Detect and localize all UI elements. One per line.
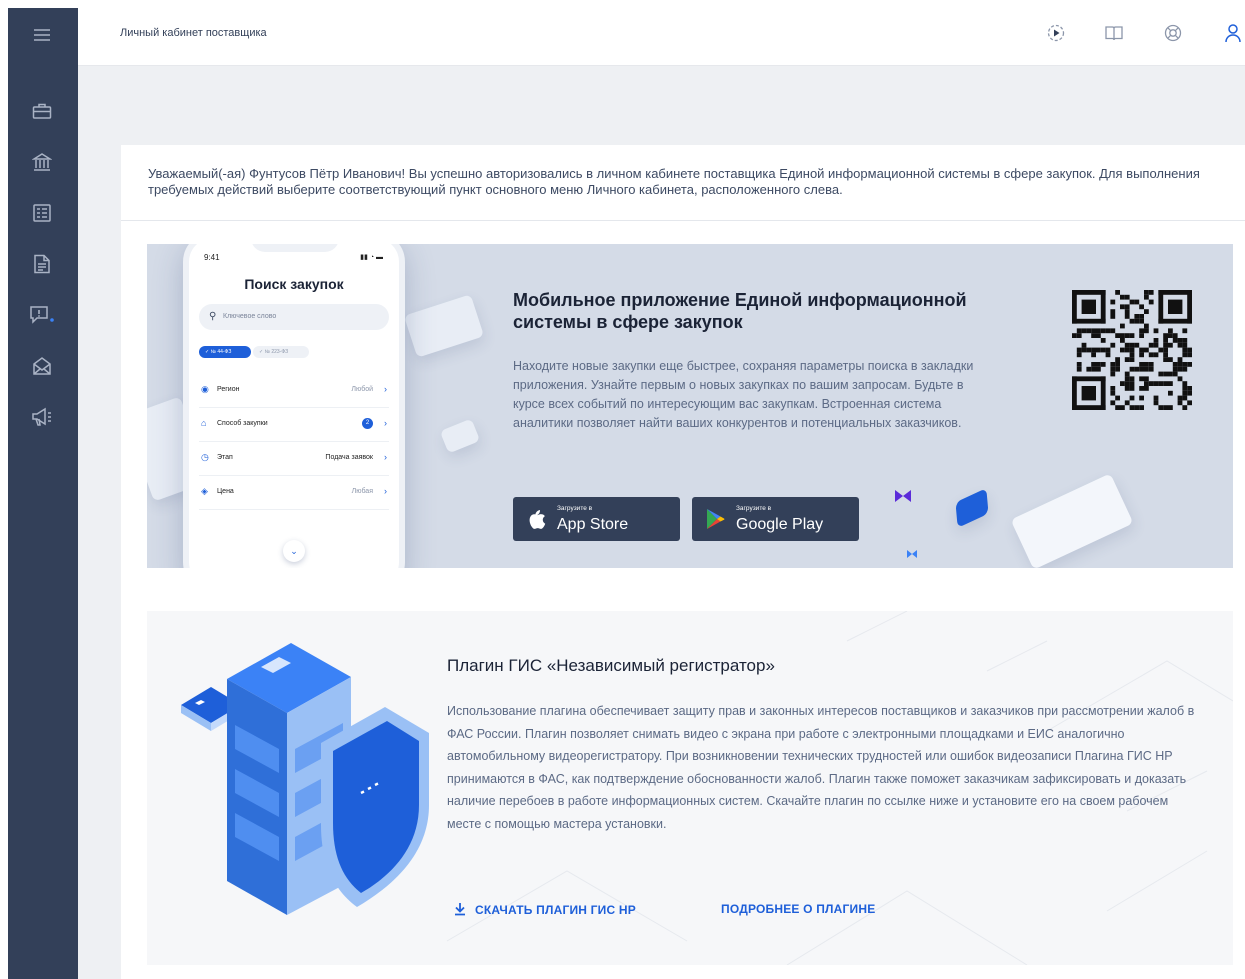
phone-row-label: Цена bbox=[217, 488, 234, 495]
plugin-title: Плагин ГИС «Независимый регистратор» bbox=[447, 656, 775, 675]
phone-mockup: 9:41 ▮▮ ◔ ▬ Поиск закупок ⚲ Ключевое сло… bbox=[183, 244, 405, 568]
phone-row: ◷ Этап Подача заявок › bbox=[199, 442, 389, 476]
phone-row-label: Этап bbox=[217, 454, 233, 461]
decor-card bbox=[439, 418, 481, 454]
phone-chip-223fz: ✓ № 223-ФЗ bbox=[253, 346, 309, 358]
chevron-down-icon: ⌄ bbox=[283, 540, 305, 562]
mail-icon[interactable] bbox=[29, 353, 55, 379]
download-icon bbox=[455, 903, 465, 916]
phone-row-count: 2 bbox=[362, 418, 373, 429]
mobile-app-banner: 9:41 ▮▮ ◔ ▬ Поиск закупок ⚲ Ключевое сло… bbox=[147, 244, 1233, 568]
decor-card bbox=[1010, 473, 1134, 568]
play-icon[interactable] bbox=[1045, 22, 1067, 44]
phone-notch bbox=[251, 244, 339, 252]
help-icon[interactable] bbox=[1162, 22, 1184, 44]
phone-row: ◉ Регион Любой › bbox=[199, 374, 389, 408]
google-play-label: Google Play bbox=[736, 516, 824, 533]
book-icon[interactable] bbox=[1103, 22, 1125, 44]
decor-card bbox=[403, 294, 485, 358]
phone-row-value: Любая bbox=[351, 488, 373, 495]
briefcase-icon[interactable] bbox=[29, 98, 55, 124]
clock-icon: ◷ bbox=[201, 452, 209, 462]
google-play-small-label: Загрузите в bbox=[736, 505, 772, 512]
phone-row: ◈ Цена Любая › bbox=[199, 476, 389, 510]
download-plugin-label: СКАЧАТЬ ПЛАГИН ГИС НР bbox=[475, 903, 636, 917]
document-icon[interactable] bbox=[29, 251, 55, 277]
app-banner-description: Находите новые закупки еще быстрее, сохр… bbox=[513, 359, 974, 430]
phone-search-placeholder: Ключевое слово bbox=[223, 313, 277, 320]
phone-row-value: Подача заявок bbox=[325, 454, 373, 461]
search-icon: ⚲ bbox=[209, 311, 217, 322]
decor-card bbox=[955, 488, 989, 528]
complaint-icon[interactable] bbox=[29, 302, 55, 328]
phone-row-value: Любой bbox=[351, 386, 373, 393]
phone-search: ⚲ Ключевое слово bbox=[199, 304, 389, 330]
chevron-right-icon: › bbox=[384, 452, 387, 462]
server-shield-illustration bbox=[181, 643, 429, 915]
google-play-icon bbox=[707, 509, 725, 529]
registry-icon[interactable] bbox=[29, 200, 55, 226]
app-window: Личный кабинет поставщика Уважаемый(-ая)… bbox=[8, 8, 1245, 979]
download-plugin-link[interactable]: СКАЧАТЬ ПЛАГИН ГИС НР bbox=[453, 902, 636, 917]
main-content: Уважаемый(-ая) Фунтусов Пётр Иванович! В… bbox=[121, 145, 1245, 979]
phone-status-icon: ▮▮ ◔ ▬ bbox=[360, 254, 383, 261]
plugin-section: Плагин ГИС «Независимый регистратор» Исп… bbox=[147, 611, 1233, 965]
phone-row-label: Способ закупки bbox=[217, 420, 268, 427]
apple-icon bbox=[529, 510, 546, 529]
app-store-button[interactable]: Загрузите в App Store bbox=[513, 497, 680, 541]
google-play-button[interactable]: Загрузите в Google Play bbox=[692, 497, 859, 541]
megaphone-icon[interactable] bbox=[29, 404, 55, 430]
app-store-small-label: Загрузите в bbox=[557, 505, 593, 512]
user-icon[interactable] bbox=[1222, 22, 1244, 44]
cart-icon: ⌂ bbox=[201, 418, 207, 428]
qr-code bbox=[1072, 290, 1192, 410]
chevron-right-icon: › bbox=[384, 418, 387, 428]
welcome-message: Уважаемый(-ая) Фунтусов Пётр Иванович! В… bbox=[148, 166, 1200, 197]
tag-icon: ◈ bbox=[201, 486, 208, 496]
chevron-right-icon: › bbox=[384, 486, 387, 496]
phone-chip-44fz: ✓ № 44-ФЗ bbox=[199, 346, 251, 358]
location-icon: ◉ bbox=[201, 384, 209, 394]
menu-icon[interactable] bbox=[29, 22, 55, 48]
divider bbox=[121, 220, 1245, 221]
page-title: Личный кабинет поставщика bbox=[120, 27, 267, 39]
top-bar: Личный кабинет поставщика bbox=[78, 8, 1245, 66]
decor-sparkle bbox=[907, 550, 917, 558]
bank-icon[interactable] bbox=[29, 149, 55, 175]
phone-row-label: Регион bbox=[217, 386, 240, 393]
sidebar bbox=[8, 8, 78, 979]
plugin-details-link[interactable]: ПОДРОБНЕЕ О ПЛАГИНЕ bbox=[721, 902, 875, 916]
phone-row: ⌂ Способ закупки 2 › bbox=[199, 408, 389, 442]
decor-sparkle bbox=[895, 490, 911, 502]
app-banner-title: Мобильное приложение Единой информационн… bbox=[513, 290, 967, 332]
chevron-right-icon: › bbox=[384, 384, 387, 394]
app-store-label: App Store bbox=[557, 516, 629, 533]
plugin-description: Использование плагина обеспечивает защит… bbox=[447, 704, 1195, 831]
phone-title: Поиск закупок bbox=[244, 276, 344, 292]
phone-time: 9:41 bbox=[204, 253, 220, 262]
